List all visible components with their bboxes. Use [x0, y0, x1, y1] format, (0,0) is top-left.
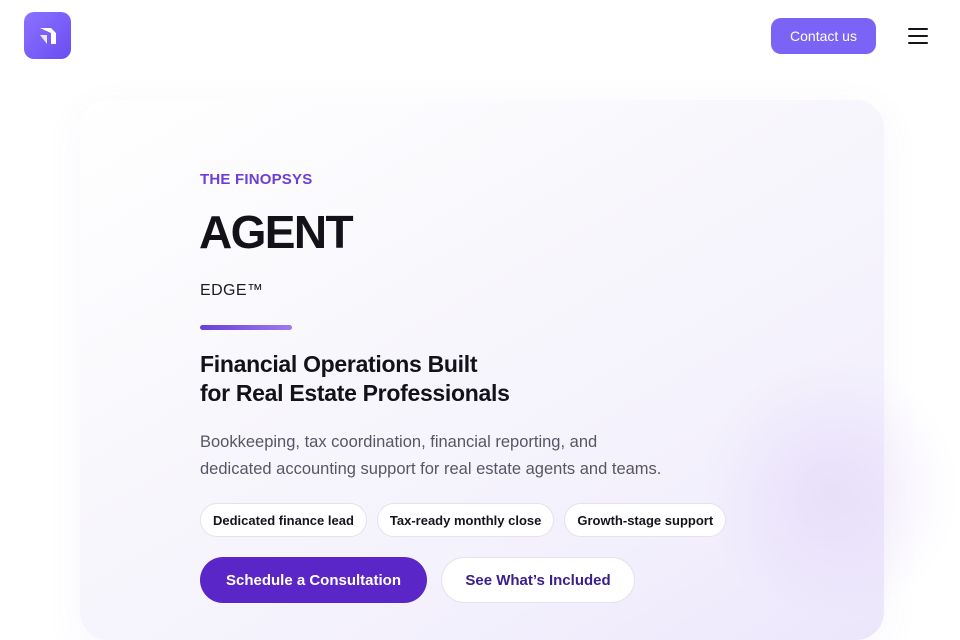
schedule-consultation-button[interactable]: Schedule a Consultation	[200, 557, 427, 603]
hero-eyebrow: THE FINOPSYS	[200, 171, 313, 188]
brand-arrow-icon	[39, 27, 56, 44]
hero-description: Bookkeeping, tax coordination, financial…	[200, 429, 760, 483]
hero-title: AGENT	[199, 206, 354, 258]
headline-line: for Real Estate Professionals	[200, 380, 510, 406]
chip-dedicated-finance-lead: Dedicated finance lead	[200, 503, 367, 537]
description-line: dedicated accounting support for real es…	[200, 460, 662, 478]
headline-line: Financial Operations Built	[200, 351, 478, 377]
hamburger-menu-icon[interactable]	[904, 24, 932, 48]
description-line: Bookkeeping, tax coordination, financial…	[200, 433, 598, 451]
chip-tax-ready-monthly-close: Tax-ready monthly close	[376, 503, 555, 537]
brand-logo[interactable]	[24, 12, 71, 59]
menu-line	[908, 35, 928, 37]
chip-growth-stage-support: Growth-stage support	[564, 503, 727, 537]
top-navigation-bar: Contact us	[0, 0, 960, 72]
see-whats-included-button[interactable]: See What’s Included	[441, 557, 635, 603]
hero-headline: Financial Operations Built for Real Esta…	[200, 350, 760, 408]
accent-divider	[200, 325, 292, 330]
menu-line	[908, 42, 928, 44]
contact-us-button[interactable]: Contact us	[771, 18, 876, 54]
hero-subtitle: EDGE™	[200, 282, 264, 299]
menu-line	[908, 28, 928, 30]
feature-chips: Dedicated finance lead Tax-ready monthly…	[200, 503, 727, 537]
